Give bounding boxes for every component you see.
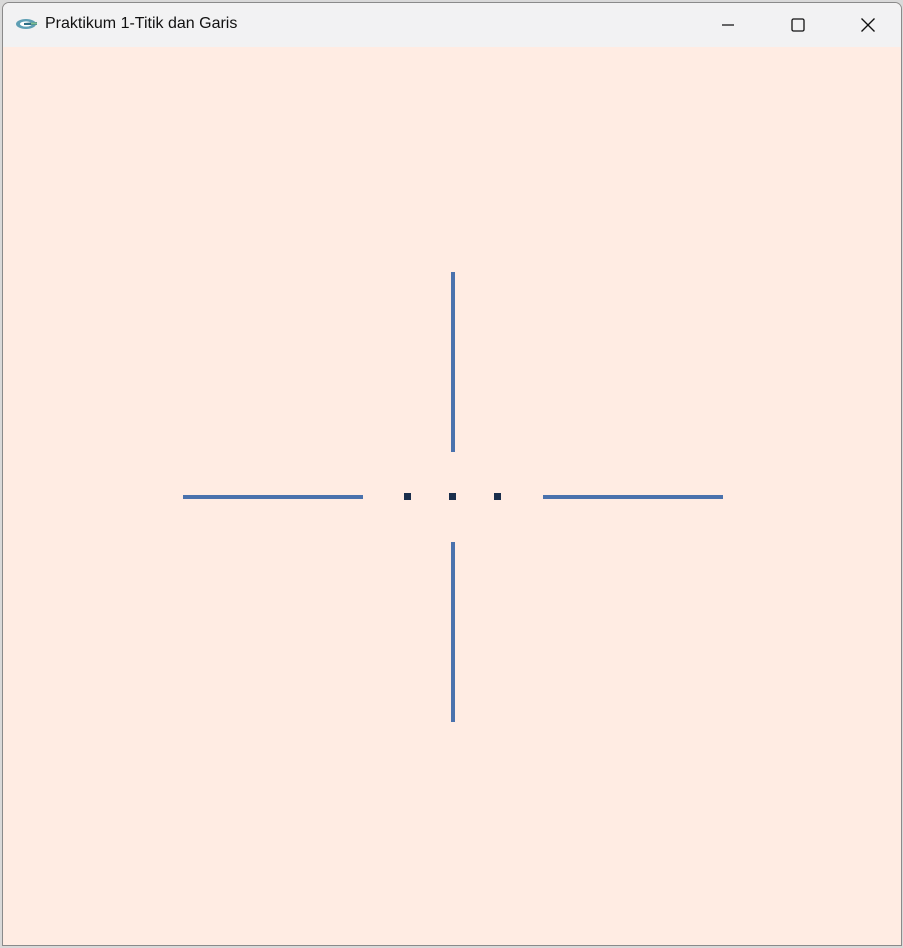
opengl-glut-icon	[15, 16, 39, 32]
close-icon	[860, 17, 876, 33]
window-title: Praktikum 1-Titik dan Garis	[45, 15, 238, 32]
title-bar[interactable]: Praktikum 1-Titik dan Garis	[3, 3, 901, 47]
point-right	[494, 493, 501, 500]
maximize-icon	[790, 17, 806, 33]
point-left	[404, 493, 411, 500]
drawing-canvas[interactable]	[3, 47, 901, 945]
close-button[interactable]	[833, 3, 901, 47]
minimize-icon	[720, 17, 736, 33]
app-window: Praktikum 1-Titik dan Garis	[2, 2, 902, 946]
point-center	[449, 493, 456, 500]
maximize-button[interactable]	[763, 3, 833, 47]
minimize-button[interactable]	[693, 3, 763, 47]
canvas-drawing	[183, 272, 723, 722]
